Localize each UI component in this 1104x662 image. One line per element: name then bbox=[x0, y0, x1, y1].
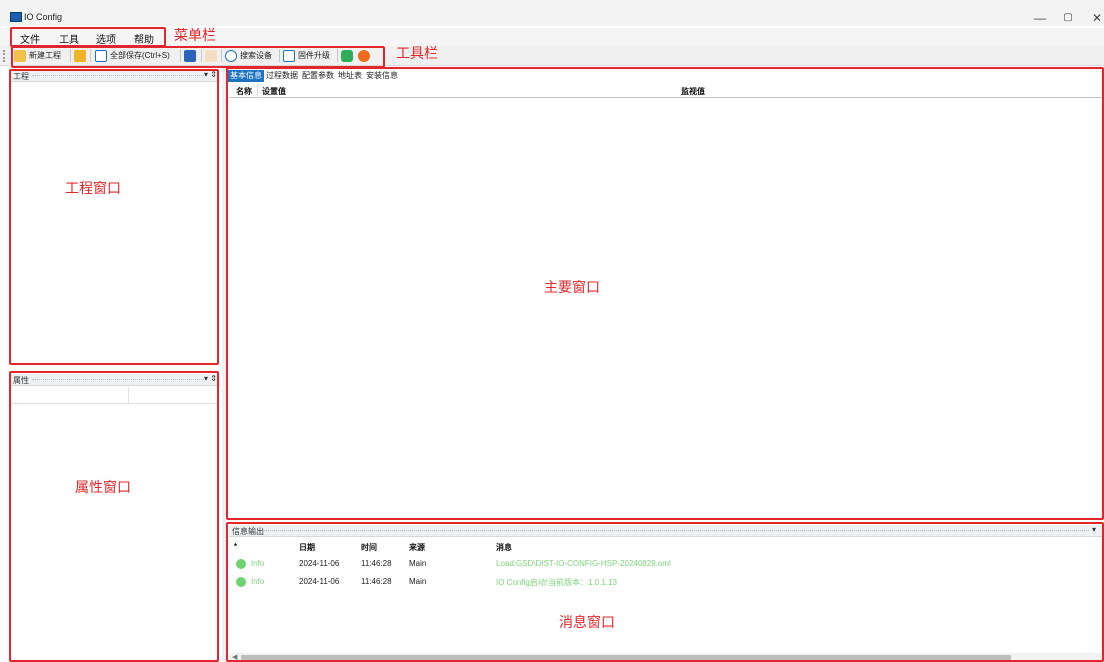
close-button[interactable]: ✕ bbox=[1083, 10, 1104, 26]
title-bar: IO Config — ▢ ✕ bbox=[0, 0, 1104, 26]
main-window-annotation-label: 主要窗口 bbox=[544, 279, 600, 295]
window-title: IO Config bbox=[24, 12, 63, 22]
menubar-annotation-label: 菜单栏 bbox=[174, 27, 216, 43]
toolbar-annotation-label: 工具栏 bbox=[396, 45, 438, 61]
app-icon bbox=[10, 12, 22, 22]
app-window: IO Config — ▢ ✕ 文件 工具 选项 帮助 新建工程 全部保存(Ct… bbox=[0, 0, 1104, 662]
project-window-annotation-box bbox=[9, 69, 219, 365]
message-window-annotation-box bbox=[226, 522, 1104, 662]
toolbar-annotation-box bbox=[11, 46, 385, 68]
message-window-annotation-label: 消息窗口 bbox=[559, 614, 615, 630]
property-window-annotation-box bbox=[9, 371, 219, 662]
project-window-annotation-label: 工程窗口 bbox=[65, 180, 121, 196]
property-window-annotation-label: 属性窗口 bbox=[75, 479, 131, 495]
maximize-button[interactable]: ▢ bbox=[1054, 10, 1082, 26]
toolbar-grip[interactable] bbox=[3, 50, 6, 62]
menubar-annotation-box bbox=[10, 27, 166, 47]
minimize-button[interactable]: — bbox=[1026, 10, 1054, 26]
main-window-annotation-box bbox=[226, 67, 1104, 520]
